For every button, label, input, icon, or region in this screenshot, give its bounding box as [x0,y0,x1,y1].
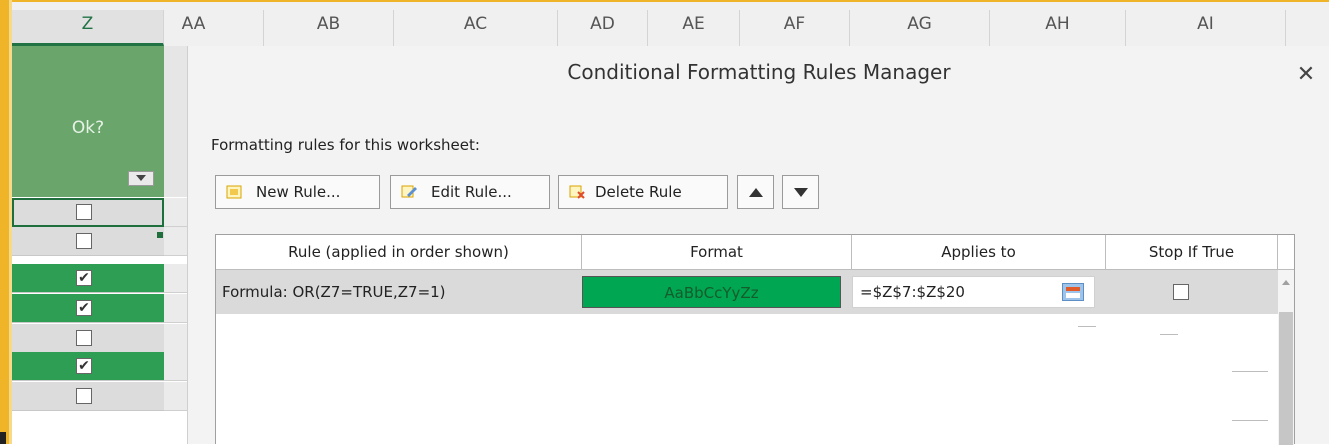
checkbox[interactable] [76,388,92,404]
cursor-marker [0,432,6,444]
rule-formula: Formula: OR(Z7=TRUE,Z7=1) [222,283,446,301]
column-header-ah[interactable]: AH [990,10,1126,46]
edit-rule-icon [401,185,417,198]
z-column: Ok? ✔ ✔ ✔ [12,46,187,444]
stop-if-true-checkbox[interactable] [1173,284,1189,300]
adjacent-cell [164,227,187,256]
rules-table-header: Rule (applied in order shown) Format App… [216,235,1294,270]
checkbox-checked[interactable]: ✔ [76,358,92,374]
delete-rule-icon [569,185,585,199]
column-header-z[interactable]: Z [12,10,164,46]
column-header-stop-if-true: Stop If True [1106,235,1278,269]
column-header-format: Format [582,235,852,269]
window-edge [0,0,12,444]
scroll-up-icon[interactable] [1282,280,1290,285]
applies-to-value: =$Z$7:$Z$20 [860,283,965,301]
divider [1232,420,1268,421]
edit-rule-label: Edit Rule... [431,183,512,201]
adjacent-cell [164,264,187,293]
new-rule-icon [226,185,242,199]
column-header-af[interactable]: AF [740,10,850,46]
arrow-down-icon [794,188,808,197]
checkbox-checked[interactable]: ✔ [76,300,92,316]
chevron-down-icon [136,175,146,181]
z-cell-row[interactable] [12,198,164,227]
column-header-ac[interactable]: AC [394,10,558,46]
new-rule-button[interactable]: New Rule... [215,175,380,209]
move-down-button[interactable] [782,175,819,209]
divider [1078,326,1096,327]
adjacent-cell [164,294,187,323]
column-header-applies-to: Applies to [852,235,1106,269]
divider [1232,371,1268,372]
z-cell-row[interactable] [12,382,164,411]
adjacent-cell [164,352,187,381]
edit-rule-button[interactable]: Edit Rule... [390,175,550,209]
format-preview: AaBbCcYyZz [582,276,841,308]
new-rule-label: New Rule... [256,183,341,201]
divider [1160,334,1178,335]
column-header-ae[interactable]: AE [648,10,740,46]
vertical-scrollbar[interactable] [1278,270,1294,445]
column-header-ad[interactable]: AD [558,10,648,46]
z-cell-row[interactable]: ✔ [12,294,164,323]
rules-table: Rule (applied in order shown) Format App… [215,234,1295,445]
selection-border [8,0,1329,2]
column-header-ag[interactable]: AG [850,10,990,46]
filter-dropdown-button[interactable] [128,171,154,186]
delete-rule-button[interactable]: Delete Rule [558,175,728,209]
z-cell-row[interactable] [12,324,164,353]
adjacent-cell [164,46,187,197]
adjacent-cell [164,324,187,353]
range-selector-icon[interactable] [1062,283,1084,301]
checkbox[interactable] [76,204,92,220]
checkbox[interactable] [76,330,92,346]
applies-to-input[interactable]: =$Z$7:$Z$20 [852,276,1095,308]
column-header-bar: Z AA AB AC AD AE AF AG AH AI [0,0,1329,47]
close-icon[interactable]: ✕ [1294,64,1318,88]
ok-header-label: Ok? [71,118,105,138]
column-header-ab[interactable]: AB [264,10,394,46]
dialog-title: Conditional Formatting Rules Manager [567,60,951,84]
rules-scope-label: Formatting rules for this worksheet: [211,136,480,154]
column-header-ai[interactable]: AI [1126,10,1286,46]
fill-handle[interactable] [157,232,163,238]
z-cell-row[interactable]: ✔ [12,352,164,381]
scrollbar-thumb[interactable] [1279,312,1293,445]
adjacent-cell [164,382,187,411]
checkbox-checked[interactable]: ✔ [76,270,92,286]
z-cell-row[interactable] [12,227,164,256]
move-up-button[interactable] [737,175,774,209]
z-cell-row[interactable]: ✔ [12,264,164,293]
delete-rule-label: Delete Rule [595,183,682,201]
adjacent-cell [164,198,187,227]
column-header-aa[interactable]: AA [164,10,264,46]
rule-row[interactable]: Formula: OR(Z7=TRUE,Z7=1) AaBbCcYyZz =$Z… [216,270,1278,314]
column-header-rule: Rule (applied in order shown) [216,235,582,269]
checkbox[interactable] [76,233,92,249]
arrow-up-icon [749,188,763,197]
conditional-formatting-dialog: Conditional Formatting Rules Manager ✕ F… [187,46,1329,445]
